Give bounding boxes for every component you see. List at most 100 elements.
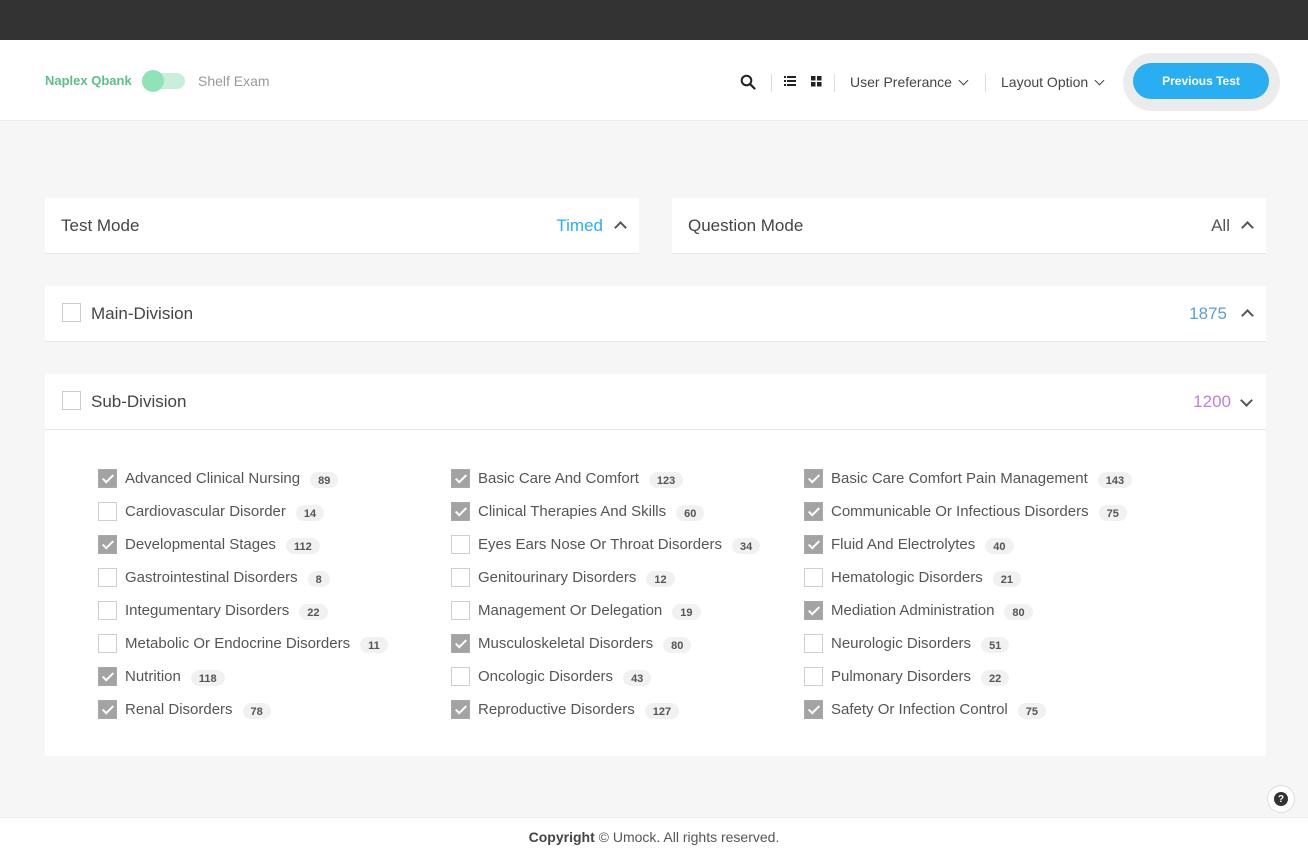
checkbox-unchecked[interactable] [98, 501, 117, 521]
checkbox-unchecked[interactable] [451, 534, 470, 554]
chevron-up-icon[interactable] [1241, 309, 1254, 322]
sub-division-item[interactable]: Musculoskeletal Disorders 80 [451, 631, 692, 655]
sub-division-item[interactable]: Communicable Or Infectious Disorders 75 [804, 499, 1127, 523]
checkbox-checked[interactable] [451, 633, 470, 653]
checkbox-unchecked[interactable] [804, 666, 823, 686]
list-view-icon[interactable] [784, 74, 796, 92]
question-count-badge: 19 [672, 604, 701, 620]
sub-division-item[interactable]: Safety Or Infection Control 75 [804, 697, 1046, 721]
layout-option-label: Layout Option [1001, 74, 1089, 90]
checkbox-unchecked[interactable] [804, 567, 823, 587]
question-count-badge: 75 [1098, 505, 1127, 521]
checkbox-checked[interactable] [804, 501, 823, 521]
chevron-up-icon[interactable] [1241, 221, 1254, 234]
question-count-badge: 112 [285, 538, 320, 554]
help-button[interactable]: ? [1267, 785, 1295, 813]
sub-division-item[interactable]: Pulmonary Disorders 22 [804, 664, 1010, 688]
copyright-label: Copyright [528, 829, 595, 845]
sub-division-item[interactable]: Clinical Therapies And Skills 60 [451, 499, 705, 523]
checkbox-checked[interactable] [451, 501, 470, 521]
sub-division-item[interactable]: Basic Care Comfort Pain Management 143 [804, 466, 1133, 490]
test-mode-title: Test Mode [61, 216, 140, 235]
question-count-badge: 118 [190, 670, 225, 686]
sub-division-item-label: Genitourinary Disorders [478, 568, 637, 586]
test-mode-value: Timed [556, 216, 603, 235]
main-division-title: Main-Division [91, 304, 194, 323]
search-icon[interactable] [740, 74, 756, 95]
question-count-badge: 22 [299, 604, 328, 620]
checkbox-unchecked[interactable] [804, 633, 823, 653]
sub-division-item[interactable]: Basic Care And Comfort 123 [451, 466, 684, 490]
checkbox-checked[interactable] [804, 699, 823, 719]
checkbox-unchecked[interactable] [98, 600, 117, 620]
question-count-badge: 11 [360, 637, 388, 653]
checkbox-checked[interactable] [451, 468, 470, 488]
exam-type-toggle[interactable] [142, 70, 185, 92]
checkbox-unchecked[interactable] [451, 666, 470, 686]
question-mode-card[interactable]: Question Mode All [672, 198, 1266, 254]
chevron-down-icon[interactable] [1240, 394, 1253, 407]
sub-division-item-label: Oncologic Disorders [478, 667, 614, 685]
checkbox-unchecked[interactable] [98, 567, 117, 587]
checkbox-checked[interactable] [804, 600, 823, 620]
sub-division-item-label: Hematologic Disorders [831, 568, 983, 586]
sub-division-item[interactable]: Genitourinary Disorders 12 [451, 565, 675, 589]
question-count-badge: 34 [731, 538, 761, 554]
sub-division-item[interactable]: Gastrointestinal Disorders 8 [98, 565, 330, 589]
sub-division-item-label: Renal Disorders [125, 700, 233, 718]
chevron-up-icon[interactable] [614, 221, 627, 234]
main-division-count: 1875 [1189, 304, 1227, 323]
sub-division-item[interactable]: Nutrition 118 [98, 664, 225, 688]
sub-division-item-label: Clinical Therapies And Skills [478, 502, 667, 520]
sub-division-item[interactable]: Integumentary Disorders 22 [98, 598, 328, 622]
user-preference-dropdown[interactable]: User Preferance [850, 74, 969, 90]
grid-view-icon[interactable] [811, 74, 822, 92]
test-mode-card[interactable]: Test Mode Timed [45, 198, 639, 254]
checkbox-unchecked[interactable] [451, 600, 470, 620]
checkbox-checked[interactable] [98, 534, 117, 554]
user-preference-label: User Preferance [850, 74, 952, 90]
main-division-card[interactable]: Main-Division 1875 [45, 286, 1266, 342]
sub-division-item-label: Communicable Or Infectious Disorders [831, 502, 1089, 520]
shelf-exam-label[interactable]: Shelf Exam [198, 73, 270, 89]
chevron-down-icon [1094, 75, 1105, 86]
sub-division-item-label: Gastrointestinal Disorders [125, 568, 298, 586]
question-count-badge: 60 [676, 505, 705, 521]
sub-division-item[interactable]: Hematologic Disorders 21 [804, 565, 1021, 589]
sub-division-item[interactable]: Developmental Stages 112 [98, 532, 320, 556]
sub-division-checkbox[interactable] [62, 391, 81, 410]
top-bar [0, 0, 1308, 40]
question-count-badge: 51 [981, 637, 1010, 653]
sub-division-item[interactable]: Eyes Ears Nose Or Throat Disorders 34 [451, 532, 761, 556]
help-icon: ? [1274, 792, 1288, 806]
sub-division-item[interactable]: Neurologic Disorders 51 [804, 631, 1010, 655]
question-count-badge: 21 [992, 571, 1021, 587]
layout-option-dropdown[interactable]: Layout Option [1001, 74, 1105, 90]
question-count-badge: 8 [307, 571, 330, 587]
sub-division-card[interactable]: Sub-Division 1200 [45, 374, 1266, 430]
sub-division-item[interactable]: Renal Disorders 78 [98, 697, 271, 721]
previous-test-wrapper: Previous Test [1123, 53, 1280, 111]
checkbox-checked[interactable] [804, 468, 823, 488]
main-division-checkbox[interactable] [62, 303, 81, 322]
sub-division-item[interactable]: Fluid And Electrolytes 40 [804, 532, 1014, 556]
brand-label[interactable]: Naplex Qbank [45, 73, 132, 88]
checkbox-checked[interactable] [98, 468, 117, 488]
sub-division-item-label: Mediation Administration [831, 601, 995, 619]
sub-division-item-label: Basic Care And Comfort [478, 469, 639, 487]
question-count-badge: 143 [1097, 472, 1133, 488]
checkbox-checked[interactable] [98, 699, 117, 719]
sub-division-item[interactable]: Mediation Administration 80 [804, 598, 1033, 622]
checkbox-checked[interactable] [451, 699, 470, 719]
checkbox-checked[interactable] [804, 534, 823, 554]
checkbox-unchecked[interactable] [451, 567, 470, 587]
checkbox-checked[interactable] [98, 666, 117, 686]
checkbox-unchecked[interactable] [98, 633, 117, 653]
sub-division-item[interactable]: Reproductive Disorders 127 [451, 697, 680, 721]
sub-division-item[interactable]: Metabolic Or Endocrine Disorders 11 [98, 631, 388, 655]
sub-division-item[interactable]: Advanced Clinical Nursing 89 [98, 466, 339, 490]
sub-division-item[interactable]: Cardiovascular Disorder 14 [98, 499, 325, 523]
sub-division-item[interactable]: Oncologic Disorders 43 [451, 664, 652, 688]
previous-test-button[interactable]: Previous Test [1133, 63, 1269, 99]
sub-division-item[interactable]: Management Or Delegation 19 [451, 598, 701, 622]
